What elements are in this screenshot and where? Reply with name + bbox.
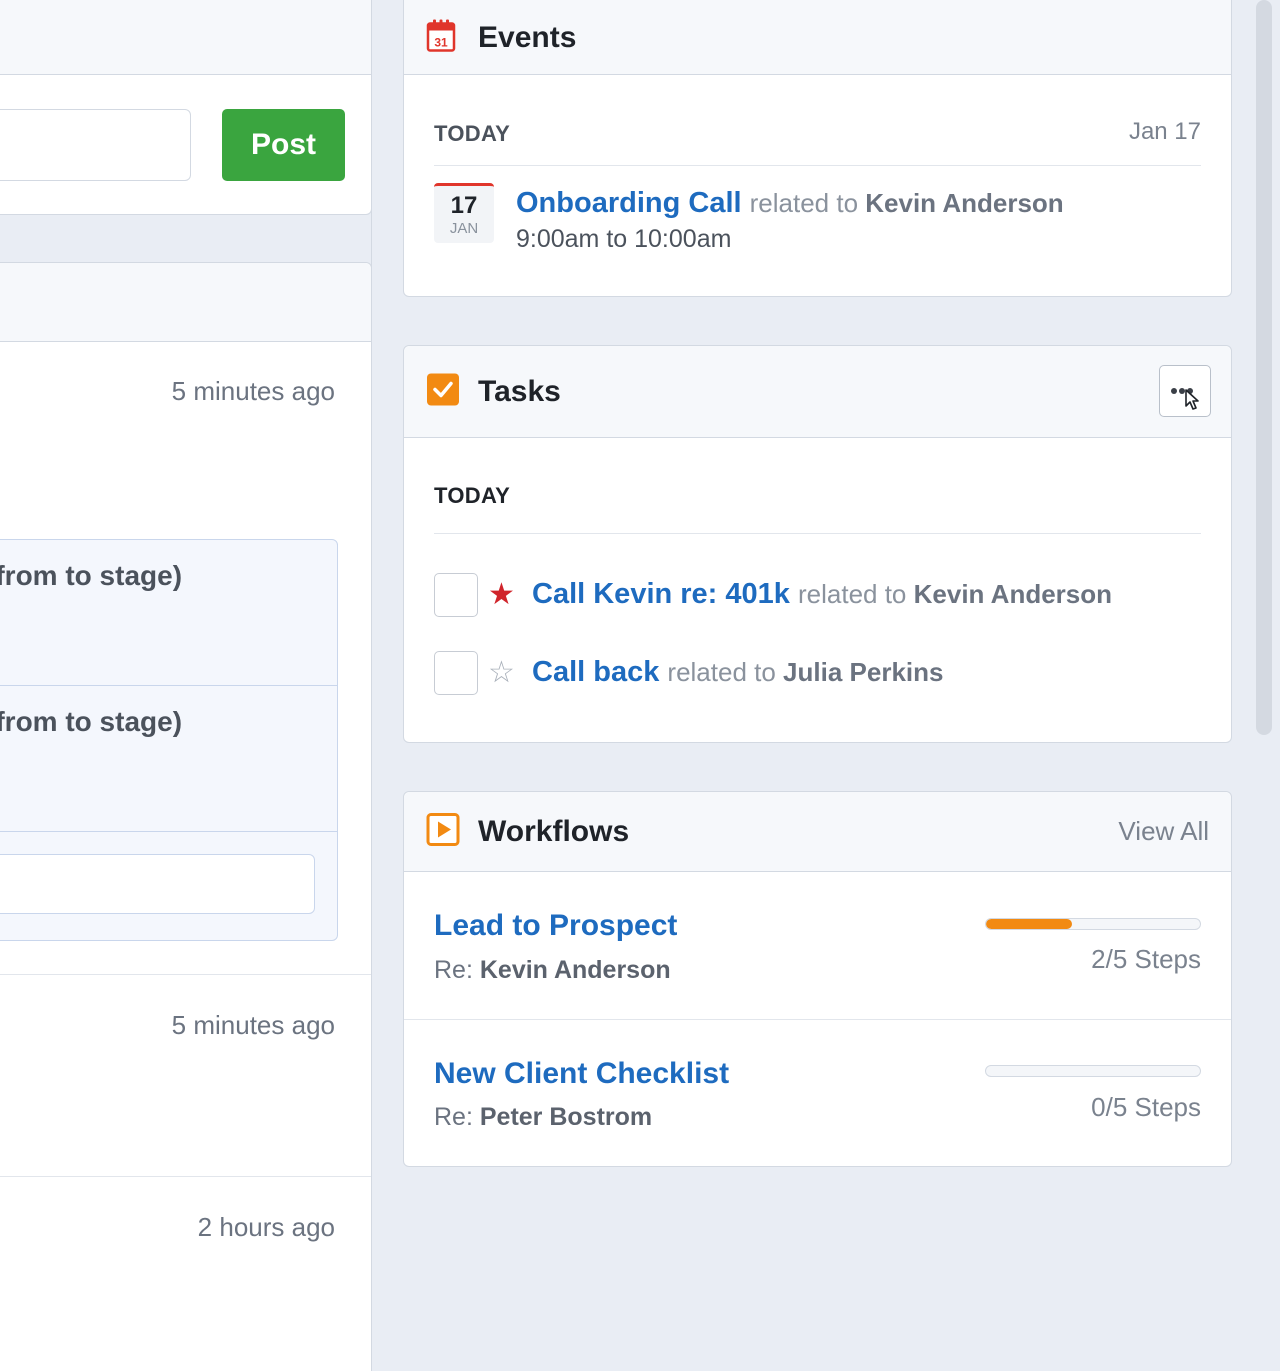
workflows-header: Workflows View All [404,792,1231,872]
feed-item-time: 5 minutes ago [171,376,335,406]
task-related-contact[interactable]: Kevin Anderson [914,579,1112,609]
workflow-re-contact[interactable]: Peter Bostrom [480,1103,652,1131]
task-related: related to Kevin Anderson [798,579,1112,609]
feed-divider [0,974,371,975]
stage-change-row: y from to stage) [0,540,337,686]
feed-divider [0,1176,371,1177]
stage-change-text: y from to stage) [0,560,183,591]
events-header: 31 Events [404,0,1231,75]
task-item: Call back related to Julia Perkins [532,656,943,689]
activity-column: Post 5 minutes ago y from to stage) y fr… [0,0,372,1371]
events-title: Events [478,20,577,54]
checkbox-icon [426,372,460,411]
composer-header [0,0,371,75]
task-checkbox[interactable] [434,573,478,617]
activity-feed: 5 minutes ago y from to stage) y from to… [0,262,372,1371]
post-button[interactable]: Post [222,109,345,181]
events-section-label: TODAY [434,121,511,146]
workflow-re: Re: Kevin Anderson [434,956,671,985]
task-related: related to Julia Perkins [667,657,943,687]
task-item: Call Kevin re: 401k related to Kevin And… [532,578,1112,611]
composer-card: Post [0,0,372,215]
star-outline-icon[interactable]: ☆ [488,658,515,688]
workflows-card: Workflows View All Lead to Prospect Re: … [403,791,1232,1167]
stage-change-text: y from to stage) [0,706,183,737]
workflow-progress [985,1065,1201,1077]
workflows-view-all[interactable]: View All [1118,816,1209,847]
feed-header [0,263,371,342]
tasks-card: Tasks TODAY ★ Call Kevin re: 401k relate… [403,345,1232,743]
stage-change-row: y from to stage) [0,686,337,832]
workflow-link[interactable]: New Client Checklist [434,1057,729,1091]
event-related-contact[interactable]: Kevin Anderson [865,188,1063,218]
calendar-icon: 31 [426,18,456,57]
workflow-re: Re: Peter Bostrom [434,1103,652,1132]
task-related-prefix: related to [667,657,776,687]
scrollbar[interactable] [1256,0,1272,735]
tasks-header: Tasks [404,346,1231,438]
tasks-section-label: TODAY [434,483,511,508]
more-icon [1171,388,1199,410]
tasks-more-button[interactable] [1159,365,1211,417]
task-related-prefix: related to [797,579,907,609]
stage-change-box: y from to stage) y from to stage) [0,539,338,941]
workflow-re-contact[interactable]: Kevin Anderson [480,956,671,984]
feed-item-time: 5 minutes ago [171,1010,335,1040]
svg-text:31: 31 [434,35,448,49]
workflow-re-label: Re: [434,956,473,984]
task-link[interactable]: Call back [532,656,659,688]
workflow-link[interactable]: Lead to Prospect [434,909,677,943]
workflow-steps: 0/5 Steps [1091,1092,1201,1122]
star-filled-icon[interactable]: ★ [488,580,515,610]
tasks-divider [434,533,1201,534]
post-input[interactable] [0,109,191,181]
task-checkbox[interactable] [434,651,478,695]
event-date-badge: 17 JAN [434,183,494,243]
workflow-progress [985,918,1201,930]
workflow-steps: 2/5 Steps [1091,944,1201,974]
event-link[interactable]: Onboarding Call [516,187,742,219]
workflow-progress-fill [986,919,1072,929]
events-date: Jan 17 [1128,118,1201,145]
event-related: related to Kevin Anderson [750,188,1064,218]
events-card: 31 Events TODAY Jan 17 17 JAN Onboarding… [403,0,1232,297]
reply-input[interactable] [0,854,315,914]
workflows-title: Workflows [478,814,630,848]
task-link[interactable]: Call Kevin re: 401k [532,578,790,610]
workflow-re-label: Re: [434,1103,473,1131]
task-related-contact[interactable]: Julia Perkins [783,657,943,687]
workflow-divider [404,1019,1231,1020]
events-divider [434,165,1201,166]
event-time: 9:00am to 10:00am [516,225,732,253]
event-item: Onboarding Call related to Kevin Anderso… [516,187,1064,220]
event-related-prefix: related to [749,188,859,218]
tasks-title: Tasks [478,374,561,408]
play-icon [426,812,460,851]
event-month: JAN [449,220,479,237]
feed-item-time: 2 hours ago [197,1212,335,1242]
event-day: 17 [450,192,478,219]
